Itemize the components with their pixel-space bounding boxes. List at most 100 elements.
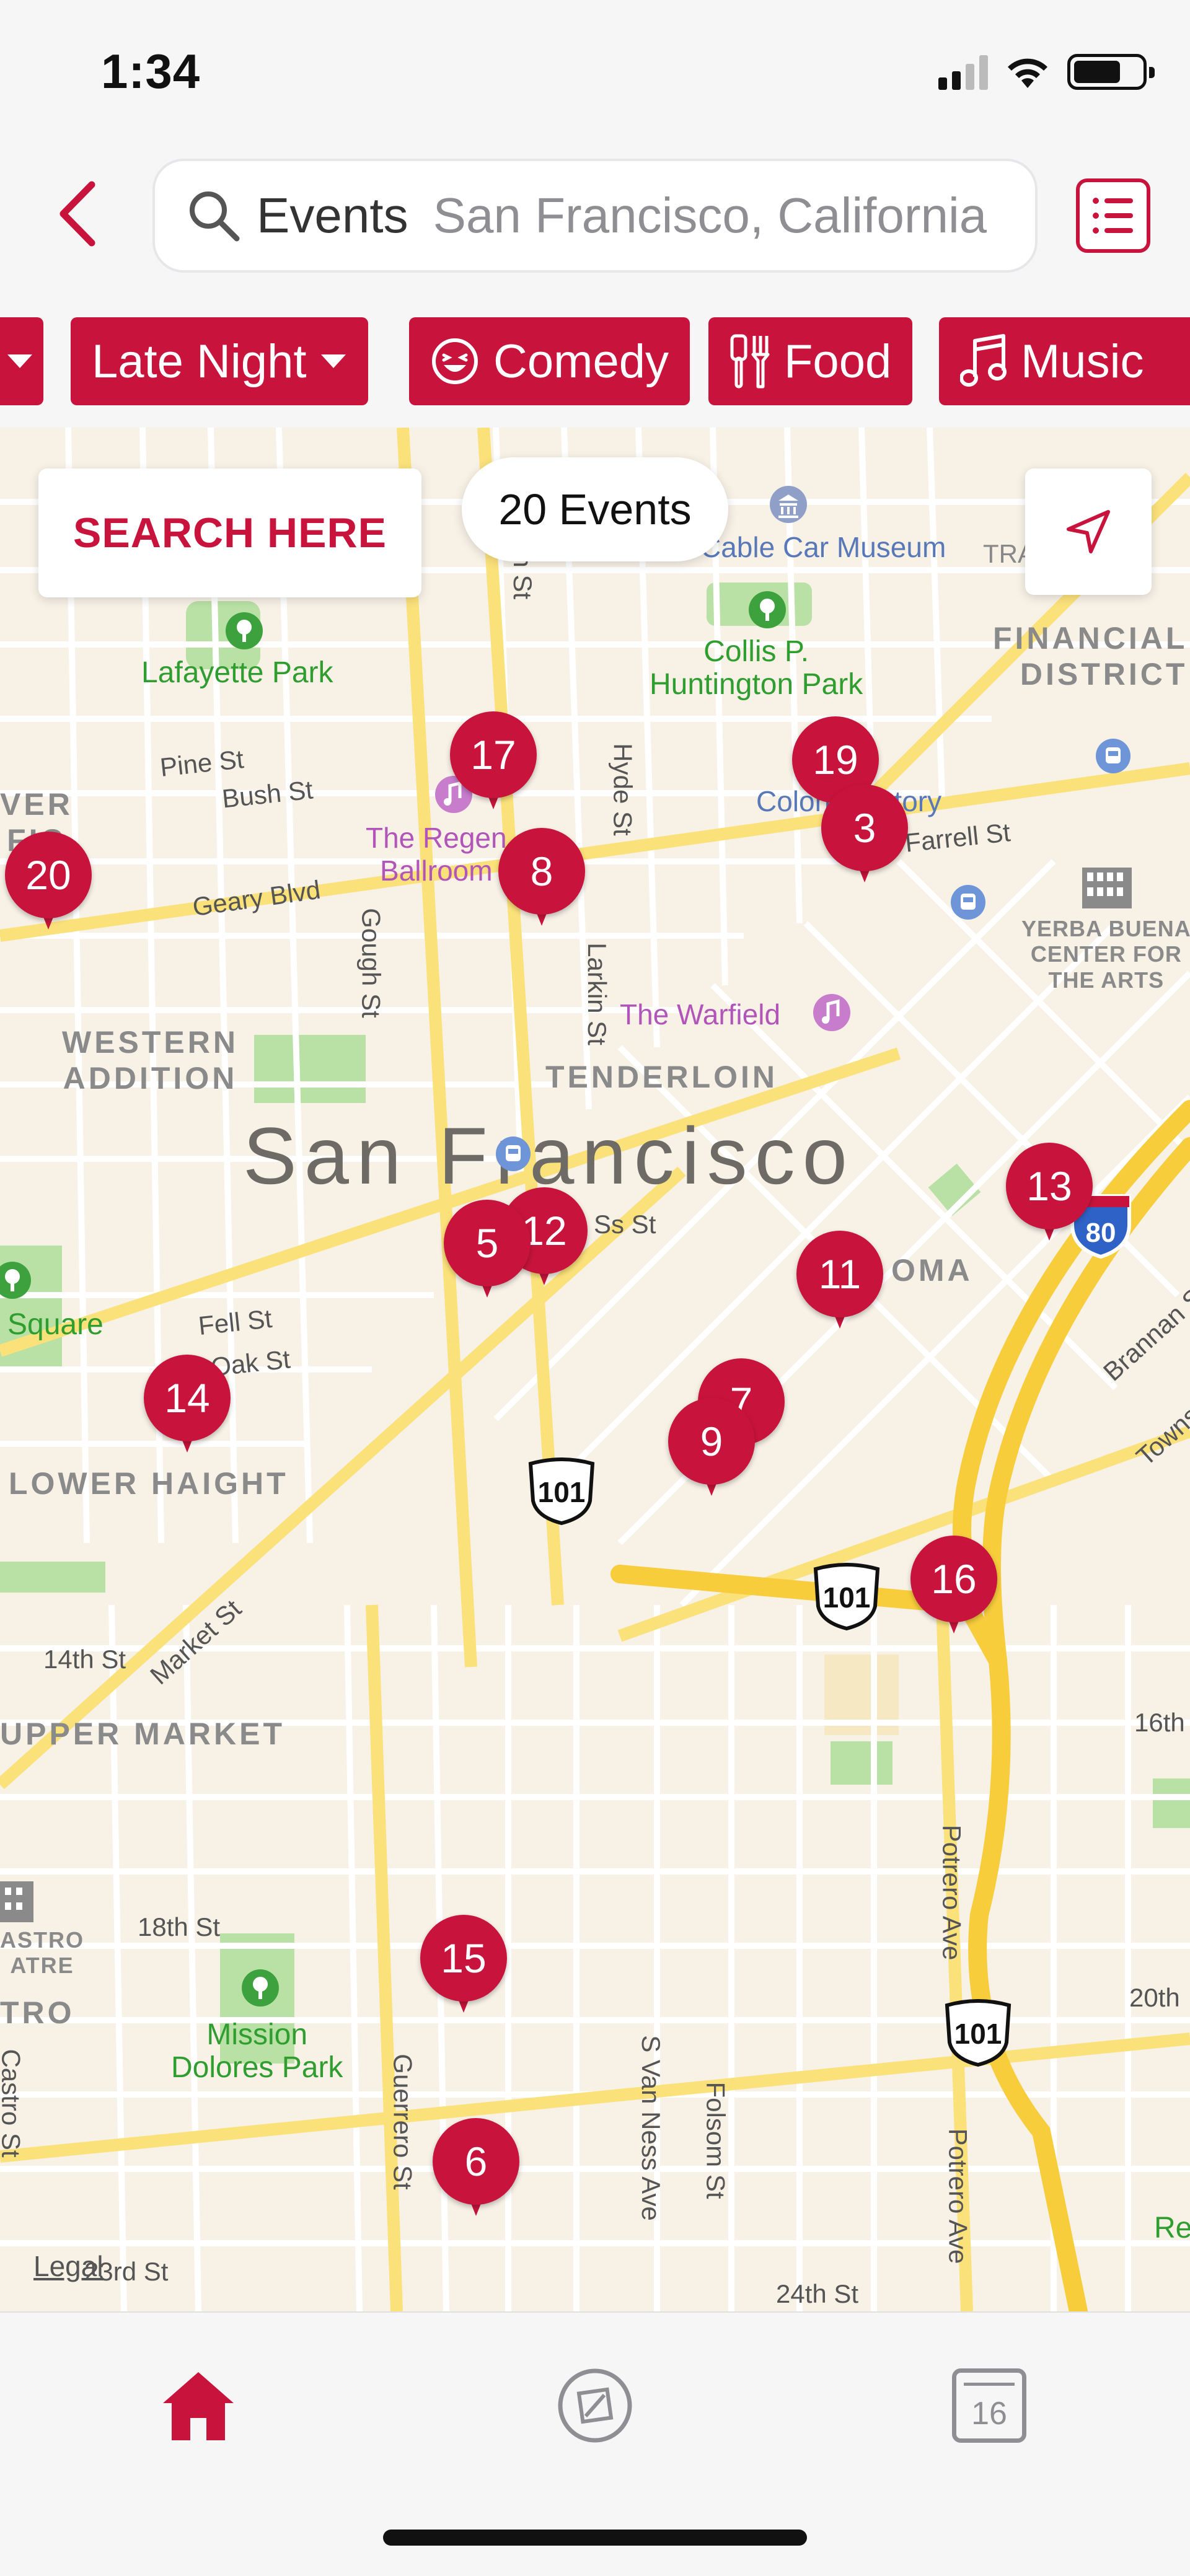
district-label: TRO — [0, 1995, 75, 2030]
transit-icon — [1096, 739, 1130, 773]
street-label: Potrero Ave — [943, 2128, 973, 2264]
event-pin[interactable]: 13 — [1006, 1143, 1093, 1245]
filter-chip-partial[interactable] — [0, 317, 43, 405]
park-label: Mission Dolores Park — [171, 2018, 343, 2084]
district-label: YERBA BUENA CENTER FOR THE ARTS — [1021, 916, 1190, 993]
park-label: Lafayette Park — [141, 656, 333, 689]
street-label: 16th — [1134, 1708, 1185, 1737]
street-label: 14th St — [43, 1645, 126, 1674]
filter-chip-label: Comedy — [493, 335, 669, 388]
park-icon — [0, 1262, 31, 1299]
status-time: 1:34 — [101, 44, 201, 99]
street-label: Hyde St — [608, 743, 638, 836]
building-icon — [0, 1881, 33, 1922]
poi-label: The Warfield — [620, 998, 781, 1031]
event-pin[interactable]: 6 — [433, 2118, 519, 2220]
search-input[interactable]: Events San Francisco, California — [152, 159, 1038, 273]
music-venue-icon — [813, 994, 850, 1031]
header: Events San Francisco, California — [0, 143, 1190, 310]
highway-shield-label: 101 — [954, 2018, 1002, 2050]
street-label: Castro St — [0, 2049, 26, 2158]
location-arrow-icon — [1067, 510, 1110, 553]
park-icon — [242, 1969, 279, 2007]
list-icon — [1093, 198, 1133, 234]
fork-knife-icon — [730, 334, 770, 389]
street-label: Potrero Ave — [937, 1824, 967, 1961]
tab-bar: 16 — [0, 2311, 1190, 2576]
street-label: Gough St — [356, 908, 386, 1018]
event-pin[interactable]: 11 — [796, 1231, 883, 1333]
filter-chips: Late Night Comedy Food Music — [0, 310, 1190, 428]
highway-shield-icon: 101 — [813, 1563, 880, 1631]
home-indicator — [383, 2530, 807, 2546]
highway-shield-icon: 101 — [945, 1999, 1011, 2067]
chevron-down-icon — [7, 354, 32, 368]
street-label: 24th St — [776, 2279, 859, 2308]
filter-chip-label: Music — [1021, 335, 1144, 388]
event-pin[interactable]: 8 — [498, 828, 585, 930]
legal-link[interactable]: Legal — [33, 2249, 104, 2283]
filter-chip-late-night[interactable]: Late Night — [71, 317, 369, 405]
filter-chip-music[interactable]: Music — [939, 317, 1190, 405]
locate-me-button[interactable] — [1025, 468, 1152, 595]
district-label: WESTERN ADDITION — [62, 1025, 239, 1096]
events-count-badge: 20 Events — [462, 457, 728, 561]
tab-explore[interactable] — [539, 2350, 651, 2461]
district-label: OMA — [891, 1253, 973, 1288]
event-pin[interactable]: 14 — [144, 1355, 231, 1457]
district-label: ASTRO ATRE — [0, 1927, 84, 1979]
event-pin[interactable]: 15 — [420, 1915, 507, 2017]
cellular-signal-icon — [938, 54, 988, 90]
street-label: 20th — [1129, 1983, 1180, 2012]
back-button[interactable] — [43, 180, 112, 248]
map[interactable]: San Francisco Lafayette Park Collis P. Hu… — [0, 428, 1190, 2311]
street-label: Folsom St — [701, 2081, 731, 2199]
park-label: Square — [7, 1308, 104, 1341]
status-bar: 1:34 — [0, 0, 1190, 143]
home-icon — [163, 2372, 234, 2440]
highway-shield-icon: 101 — [528, 1457, 595, 1526]
search-location: San Francisco, California — [433, 188, 987, 243]
chevron-left-icon — [60, 181, 95, 247]
event-pin[interactable]: 16 — [910, 1536, 997, 1638]
tab-calendar[interactable]: 16 — [933, 2350, 1045, 2461]
park-icon — [226, 612, 263, 649]
poi-label: Re — [1154, 2212, 1190, 2244]
park-label: Collis P. Huntington Park — [650, 635, 863, 701]
compass-icon — [558, 2368, 632, 2443]
chevron-down-icon — [321, 354, 346, 368]
event-pin[interactable]: 17 — [450, 711, 537, 814]
filter-chip-label: Food — [784, 335, 892, 388]
transit-icon — [951, 885, 985, 920]
event-pin[interactable]: 3 — [821, 785, 908, 887]
poi-label: The Regen Ballroom — [366, 822, 507, 887]
filter-chip-label: Late Night — [92, 335, 307, 388]
event-pin[interactable]: 9 — [668, 1398, 755, 1500]
laughing-face-icon — [432, 338, 478, 384]
search-keyword: Events — [257, 188, 408, 243]
street-label: Larkin St — [582, 943, 612, 1045]
filter-chip-comedy[interactable]: Comedy — [409, 317, 690, 405]
filter-chip-food[interactable]: Food — [708, 317, 913, 405]
building-icon — [1082, 868, 1132, 908]
district-label: FINANCIAL DISTRICT — [993, 621, 1188, 692]
street-label: Ss St — [594, 1210, 656, 1239]
park-icon — [749, 591, 786, 628]
event-pin[interactable]: 20 — [5, 832, 92, 934]
street-label: 18th St — [138, 1912, 221, 1941]
district-label: LOWER HAIGHT — [9, 1466, 289, 1501]
search-here-button[interactable]: SEARCH HERE — [38, 468, 421, 597]
highway-shield-label: 101 — [538, 1476, 586, 1508]
list-view-button[interactable] — [1076, 178, 1150, 253]
highway-shield-label: 101 — [823, 1581, 871, 1614]
poi-label: Cable Car Museum — [700, 531, 946, 563]
music-note-icon — [960, 334, 1007, 387]
tab-home[interactable] — [143, 2350, 254, 2461]
search-icon — [190, 191, 240, 242]
street-label: S Van Ness Ave — [636, 2035, 666, 2221]
district-label: TENDERLOIN — [545, 1060, 778, 1094]
wifi-icon — [1008, 58, 1047, 88]
calendar-icon: 16 — [952, 2368, 1026, 2443]
event-pin[interactable]: 5 — [444, 1200, 531, 1302]
museum-icon — [770, 486, 807, 523]
